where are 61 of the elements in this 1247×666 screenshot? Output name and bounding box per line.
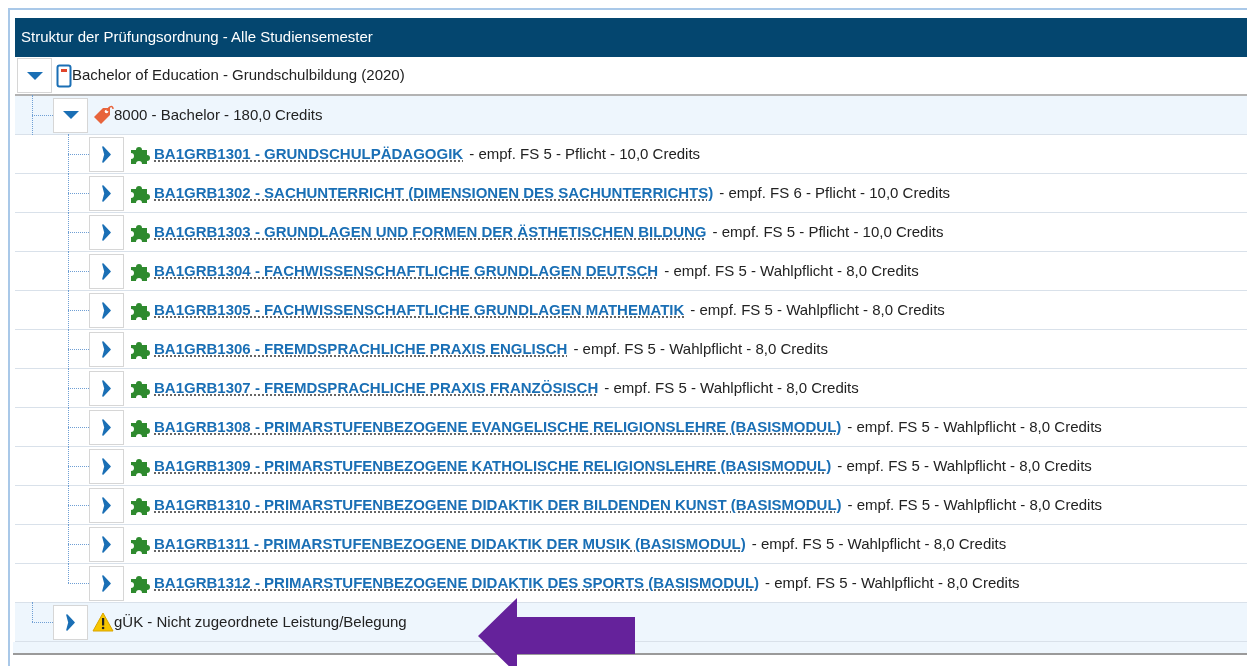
chevron-right-icon — [102, 223, 111, 241]
chevron-right-icon — [102, 301, 111, 319]
warning-icon — [92, 612, 114, 632]
chevron-right-icon — [102, 574, 111, 592]
chevron-right-icon — [102, 340, 111, 358]
module-link[interactable]: BA1GRB1305 - FACHWISSENSCHAFTLICHE GRUNDLAGEN MATHEMATIK — [154, 298, 685, 322]
chevron-right-icon — [102, 145, 111, 163]
module-details: - empf. FS 5 - Wahlpflicht - 8,0 Credits — [604, 377, 859, 398]
tag-icon — [92, 104, 114, 126]
expand-button[interactable] — [89, 565, 124, 601]
chevron-right-icon — [102, 379, 111, 397]
collapse-button[interactable] — [53, 97, 88, 133]
expand-button[interactable] — [89, 136, 124, 172]
expand-button[interactable] — [89, 487, 124, 523]
chevron-down-icon — [61, 110, 80, 120]
document-icon — [56, 63, 72, 88]
module-link[interactable]: BA1GRB1309 - PRIMARSTUFENBEZOGENE KATHOLISCHE RELIGIONSLEHRE (BASISMODUL) — [154, 454, 832, 478]
module-details: - empf. FS 5 - Wahlpflicht - 8,0 Credits — [664, 260, 919, 281]
module-link[interactable]: BA1GRB1310 - PRIMARSTUFENBEZOGENE DIDAKTIK DER BILDENDEN KUNST (BASISMODUL) — [154, 493, 842, 517]
warning-label: gÜK - Nicht zugeordnete Leistung/Belegung — [114, 611, 407, 632]
chevron-right-icon — [102, 535, 111, 553]
module-link[interactable]: BA1GRB1304 - FACHWISSENSCHAFTLICHE GRUNDLAGEN DEUTSCH — [154, 259, 659, 283]
program-title: Bachelor of Education - Grundschulbildung (2020) — [72, 65, 405, 86]
chevron-right-icon — [102, 457, 111, 475]
module-details: - empf. FS 5 - Wahlpflicht - 8,0 Credits — [690, 299, 945, 320]
module-link[interactable]: BA1GRB1307 - FREMDSPRACHLICHE PRAXIS FRANZÖSISCH — [154, 376, 599, 400]
module-details: - empf. FS 6 - Pflicht - 10,0 Credits — [719, 182, 951, 203]
expand-button[interactable] — [89, 253, 124, 289]
module-link[interactable]: BA1GRB1311 - PRIMARSTUFENBEZOGENE DIDAKTIK DER MUSIK (BASISMODUL) — [154, 532, 746, 556]
chevron-right-icon — [66, 613, 75, 631]
chevron-right-icon — [102, 496, 111, 514]
module-details: - empf. FS 5 - Wahlpflicht - 8,0 Credits — [765, 572, 1020, 593]
module-details: - empf. FS 5 - Wahlpflicht - 8,0 Credits — [837, 455, 1092, 476]
expand-button[interactable] — [53, 604, 88, 640]
chevron-down-icon — [25, 70, 44, 81]
module-link[interactable]: BA1GRB1302 - SACHUNTERRICHT (DIMENSIONEN DES SACHUNTERRICHTS) — [154, 181, 714, 205]
expand-button[interactable] — [89, 175, 124, 211]
chevron-right-icon — [102, 418, 111, 436]
node-label: 8000 - Bachelor - 180,0 Credits — [114, 104, 323, 125]
module-link[interactable]: BA1GRB1308 - PRIMARSTUFENBEZOGENE EVANGELISCHE RELIGIONSLEHRE (BASISMODUL) — [154, 415, 842, 439]
module-link[interactable]: BA1GRB1306 - FREMDSPRACHLICHE PRAXIS ENGLISCH — [154, 337, 568, 361]
module-link[interactable]: BA1GRB1312 - PRIMARSTUFENBEZOGENE DIDAKTIK DES SPORTS (BASISMODUL) — [154, 571, 760, 595]
module-link[interactable]: BA1GRB1301 - GRUNDSCHULPÄDAGOGIK — [154, 142, 464, 166]
collapse-button[interactable] — [17, 58, 52, 93]
expand-button[interactable] — [89, 448, 124, 484]
module-details: - empf. FS 5 - Wahlpflicht - 8,0 Credits — [847, 494, 1103, 515]
module-details: - empf. FS 5 - Wahlpflicht - 8,0 Credits — [573, 338, 828, 359]
expand-button[interactable] — [89, 526, 124, 562]
module-details: - empf. FS 5 - Pflicht - 10,0 Credits — [712, 221, 944, 242]
expand-button[interactable] — [89, 292, 124, 328]
module-details: - empf. FS 5 - Pflicht - 10,0 Credits — [469, 143, 701, 164]
expand-button[interactable] — [89, 370, 124, 406]
module-details: - empf. FS 5 - Wahlpflicht - 8,0 Credits — [847, 416, 1102, 437]
module-details: - empf. FS 5 - Wahlpflicht - 8,0 Credits — [751, 533, 1007, 554]
expand-button[interactable] — [89, 214, 124, 250]
module-link[interactable]: BA1GRB1303 - GRUNDLAGEN UND FORMEN DER ÄSTHETISCHEN BILDUNG — [154, 220, 707, 244]
panel-header: Struktur der Prüfungsordnung - Alle Studiensemester — [15, 18, 1247, 57]
chevron-right-icon — [102, 184, 111, 202]
chevron-right-icon — [102, 262, 111, 280]
expand-button[interactable] — [89, 409, 124, 445]
expand-button[interactable] — [89, 331, 124, 367]
